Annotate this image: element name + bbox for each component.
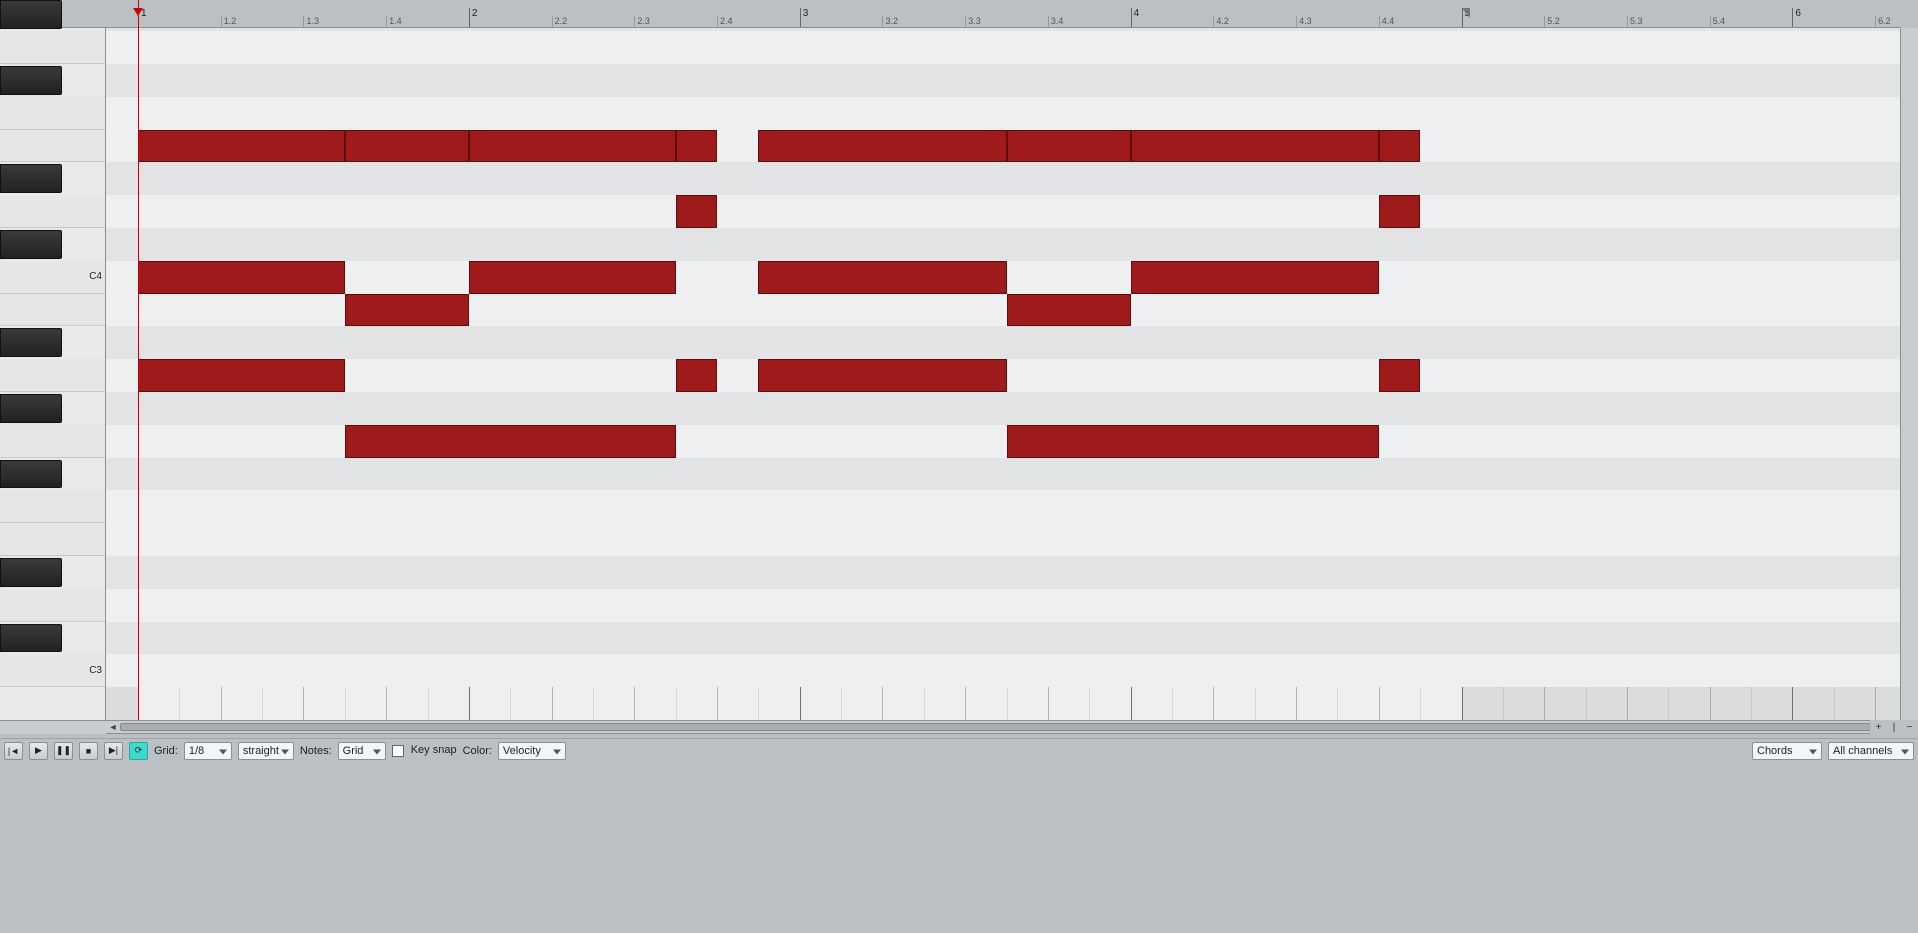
midi-note[interactable] [345, 294, 469, 327]
piano-black-key[interactable] [0, 66, 62, 95]
ruler-beat-label: 1.2 [221, 16, 237, 26]
midi-note[interactable] [1007, 130, 1131, 163]
piano-black-key[interactable] [0, 394, 62, 423]
ruler-bar-label: 2 [469, 8, 478, 19]
midi-note[interactable] [469, 261, 676, 294]
midi-note[interactable] [758, 130, 1006, 163]
piano-key-label: C3 [89, 665, 102, 676]
midi-note[interactable] [1379, 195, 1420, 228]
zoom-in-h-icon[interactable]: + [1876, 722, 1882, 733]
midi-note[interactable] [138, 359, 345, 392]
transport-loop-button[interactable]: ⟳ [129, 742, 148, 760]
piano-black-key[interactable] [0, 328, 62, 357]
ruler-bar-label: 4 [1131, 8, 1140, 19]
midi-note[interactable] [1007, 294, 1131, 327]
ruler-beat-label: 1.4 [386, 16, 402, 26]
piano-black-key[interactable] [0, 230, 62, 259]
ruler-beat-label: 3.4 [1048, 16, 1064, 26]
notes-label: Notes: [300, 745, 332, 757]
hscroll-thumb[interactable] [120, 723, 1886, 731]
midi-note[interactable] [1131, 261, 1379, 294]
midi-note[interactable] [676, 359, 717, 392]
piano-black-key[interactable] [0, 164, 62, 193]
piano-white-key[interactable] [0, 97, 105, 130]
zoom-div-icon: | [1893, 722, 1896, 733]
ruler-beat-label: 3.3 [965, 16, 981, 26]
zoom-controls[interactable]: + | − [1870, 720, 1918, 734]
piano-white-key[interactable] [0, 195, 105, 228]
zoom-out-h-icon[interactable]: − [1907, 722, 1913, 733]
piano-key-label: C4 [89, 271, 102, 282]
midi-note[interactable] [758, 359, 1006, 392]
horizontal-scrollbar[interactable]: ◄ ► [106, 720, 1900, 734]
midi-note[interactable] [1007, 425, 1379, 458]
piano-black-key[interactable] [0, 624, 62, 653]
piano-black-key[interactable] [0, 558, 62, 587]
midi-note[interactable] [1131, 130, 1379, 163]
midi-note-grid[interactable] [106, 28, 1900, 720]
midi-note[interactable] [1379, 130, 1420, 163]
ruler-bar-label: 6 [1792, 8, 1801, 19]
ruler-beat-label: 6.2 [1875, 16, 1891, 26]
transport-pause-button[interactable]: ❚❚ [54, 742, 73, 760]
midi-note[interactable] [676, 195, 717, 228]
grid-label: Grid: [154, 745, 178, 757]
piano-scroll-strip[interactable] [0, 720, 106, 734]
ruler-bar-label: 3 [800, 8, 809, 19]
transport-end-button[interactable]: ▶| [104, 742, 123, 760]
ruler-beat-label: 5.4 [1710, 16, 1726, 26]
transport-stop-button[interactable]: ■ [79, 742, 98, 760]
ruler-beat-label: 5.2 [1544, 16, 1560, 26]
scroll-left-arrow[interactable]: ◄ [106, 721, 120, 733]
piano-black-key[interactable] [0, 460, 62, 489]
timeline-ruler[interactable]: 11.21.31.422.22.32.433.23.33.444.24.34.4… [0, 0, 1900, 28]
ruler-beat-label: 3.2 [882, 16, 898, 26]
key-snap-checkbox[interactable] [392, 745, 404, 757]
piano-white-key[interactable] [0, 425, 105, 458]
ruler-beat-label: 4.4 [1379, 16, 1395, 26]
swing-select[interactable]: straight [238, 742, 294, 760]
chord-select[interactable]: Chords [1752, 742, 1822, 760]
playhead[interactable] [138, 0, 139, 720]
midi-note[interactable] [345, 130, 469, 163]
color-mode-select[interactable]: Velocity [498, 742, 566, 760]
piano-white-key[interactable] [0, 589, 105, 622]
piano-white-key[interactable] [0, 130, 105, 163]
channel-select[interactable]: All channels [1828, 742, 1914, 760]
notes-length-select[interactable]: Grid [338, 742, 386, 760]
ruler-beat-label: 4.3 [1296, 16, 1312, 26]
midi-note[interactable] [138, 130, 345, 163]
color-label: Color: [463, 745, 492, 757]
midi-note[interactable] [138, 261, 345, 294]
status-bar: |◄ ▶ ❚❚ ■ ▶| ⟳ Grid: 1/8 straight Notes:… [0, 738, 1918, 762]
midi-note[interactable] [1379, 359, 1420, 392]
piano-white-key[interactable] [0, 523, 105, 556]
loop-end-marker[interactable] [1462, 8, 1470, 18]
piano-keyboard[interactable]: C4 C3 [0, 28, 106, 720]
key-snap-control[interactable]: Key snap [392, 744, 457, 756]
transport-play-button[interactable]: ▶ [29, 742, 48, 760]
ruler-beat-label: 2.4 [717, 16, 733, 26]
piano-black-key[interactable] [0, 0, 62, 29]
piano-white-key[interactable] [0, 294, 105, 327]
midi-note[interactable] [345, 425, 676, 458]
ruler-beat-label: 4.2 [1213, 16, 1229, 26]
ruler-beat-label: 1.3 [303, 16, 319, 26]
piano-white-key[interactable] [0, 490, 105, 523]
midi-note[interactable] [469, 130, 676, 163]
midi-note[interactable] [676, 130, 717, 163]
piano-white-key[interactable] [0, 359, 105, 392]
ruler-beat-label: 2.2 [552, 16, 568, 26]
grid-resolution-select[interactable]: 1/8 [184, 742, 232, 760]
midi-note[interactable] [758, 261, 1006, 294]
vertical-scrollbar[interactable] [1900, 28, 1918, 720]
transport-start-button[interactable]: |◄ [4, 742, 23, 760]
ruler-beat-label: 2.3 [634, 16, 650, 26]
piano-white-key[interactable] [0, 31, 105, 64]
ruler-beat-label: 5.3 [1627, 16, 1643, 26]
